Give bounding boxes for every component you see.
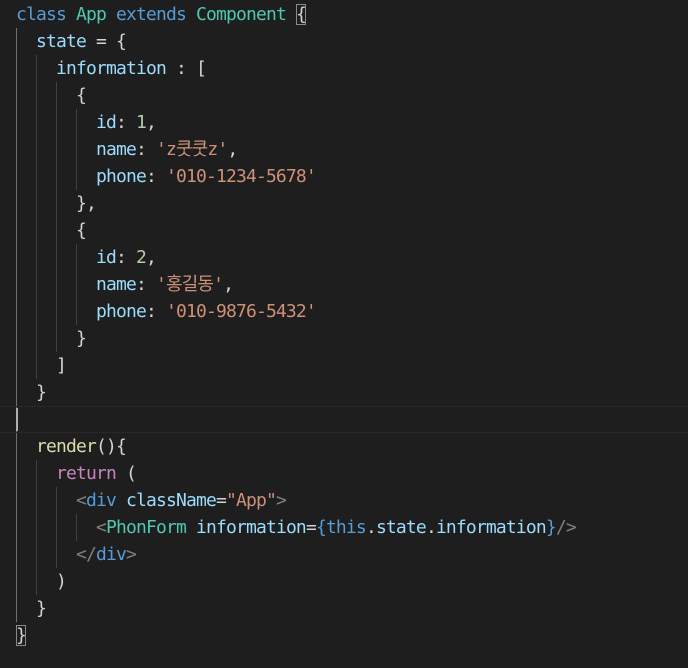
code-token: information: [435, 517, 547, 538]
code-token: >: [275, 490, 287, 511]
bracket-match-token: {: [295, 4, 307, 25]
code-token: phone: [16, 301, 147, 322]
code-line[interactable]: }: [0, 325, 688, 352]
code-line[interactable]: id: 2,: [0, 244, 688, 271]
code-token: ,: [223, 274, 234, 295]
code-line[interactable]: <PhonForm information={this.state.inform…: [0, 514, 688, 541]
code-token: }: [16, 382, 47, 403]
code-token: render: [16, 436, 97, 457]
code-token: information: [185, 517, 307, 538]
code-token: = {: [85, 31, 127, 52]
code-line[interactable]: }: [0, 379, 688, 406]
code-token: class: [16, 4, 67, 25]
code-line[interactable]: }: [0, 622, 688, 649]
code-token: id: [16, 112, 117, 133]
text-cursor: [16, 408, 18, 431]
code-token: 'z쿳쿳z': [155, 139, 228, 160]
code-editor[interactable]: class App extends Component { state = { …: [0, 0, 688, 668]
code-line[interactable]: }: [0, 595, 688, 622]
code-token: '010-1234-5678': [165, 166, 317, 187]
code-token: div: [85, 490, 117, 511]
code-token: id: [16, 247, 117, 268]
code-token: },: [16, 193, 97, 214]
code-line[interactable]: phone: '010-1234-5678': [0, 163, 688, 190]
code-token: {: [315, 517, 327, 538]
code-line[interactable]: },: [0, 190, 688, 217]
code-line[interactable]: ): [0, 568, 688, 595]
code-token: :: [135, 139, 156, 160]
code-token: div: [95, 544, 127, 565]
code-token: '010-9876-5432': [165, 301, 317, 322]
code-token: :: [115, 247, 136, 268]
code-line[interactable]: information : [: [0, 55, 688, 82]
code-token: : [: [165, 58, 207, 79]
code-token: =: [215, 490, 227, 511]
code-token: className: [115, 490, 217, 511]
code-token: ]: [16, 355, 67, 376]
code-token: =: [305, 517, 317, 538]
code-token: App: [66, 4, 107, 25]
code-line[interactable]: return (: [0, 460, 688, 487]
code-token: 2: [135, 247, 147, 268]
code-token: .: [425, 517, 437, 538]
code-token: extends: [106, 4, 187, 25]
code-token: state: [375, 517, 427, 538]
code-token: {: [16, 220, 87, 241]
code-token: <: [16, 517, 107, 538]
code-token: >: [125, 544, 137, 565]
code-token: phone: [16, 166, 147, 187]
code-line[interactable]: phone: '010-9876-5432': [0, 298, 688, 325]
code-token: Component: [185, 4, 296, 25]
code-token: name: [16, 274, 137, 295]
code-line[interactable]: [0, 406, 688, 433]
code-token: {: [16, 85, 87, 106]
code-token: ): [16, 571, 67, 592]
code-token: ,: [145, 112, 157, 133]
code-line[interactable]: state = {: [0, 28, 688, 55]
code-token: '홍길동': [155, 274, 224, 295]
code-line[interactable]: {: [0, 217, 688, 244]
code-token: }: [545, 517, 557, 538]
code-token: return: [16, 463, 117, 484]
code-line[interactable]: name: 'z쿳쿳z',: [0, 136, 688, 163]
code-token: "App": [225, 490, 277, 511]
code-token: ,: [145, 247, 157, 268]
code-token: (: [115, 463, 137, 484]
code-token: </: [16, 544, 97, 565]
code-token: state: [16, 31, 87, 52]
code-token: information: [16, 58, 167, 79]
code-line[interactable]: name: '홍길동',: [0, 271, 688, 298]
bracket-match-token: }: [16, 625, 27, 646]
code-token: this: [325, 517, 367, 538]
code-line[interactable]: </div>: [0, 541, 688, 568]
code-token: PhonForm: [105, 517, 187, 538]
code-token: }: [16, 598, 47, 619]
code-token: :: [145, 301, 166, 322]
code-line[interactable]: {: [0, 82, 688, 109]
code-token: }: [16, 328, 87, 349]
code-token: :: [115, 112, 136, 133]
code-line[interactable]: render(){: [0, 433, 688, 460]
code-token: ,: [227, 139, 238, 160]
code-token: (){: [95, 436, 127, 457]
code-token: />: [555, 517, 577, 538]
code-token: :: [145, 166, 166, 187]
code-token: .: [365, 517, 377, 538]
code-token: 1: [135, 112, 147, 133]
code-line[interactable]: id: 1,: [0, 109, 688, 136]
code-line[interactable]: class App extends Component {: [0, 1, 688, 28]
code-line[interactable]: ]: [0, 352, 688, 379]
code-token: name: [16, 139, 137, 160]
code-token: :: [135, 274, 156, 295]
code-token: <: [16, 490, 87, 511]
code-line[interactable]: <div className="App">: [0, 487, 688, 514]
